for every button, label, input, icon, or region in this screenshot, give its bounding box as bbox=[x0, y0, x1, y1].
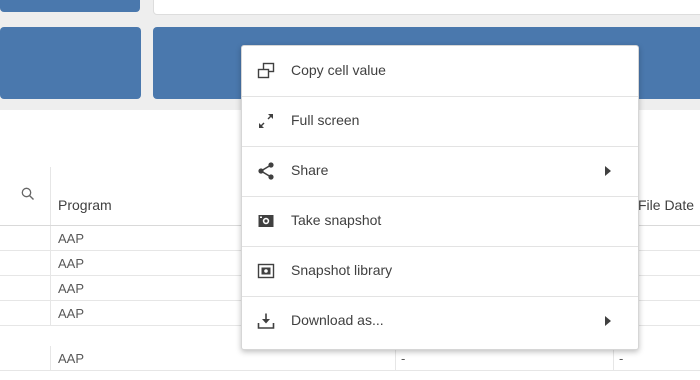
chevron-right-icon bbox=[605, 166, 611, 176]
chevron-right-icon bbox=[605, 316, 611, 326]
menu-item-snapshot-library[interactable]: Snapshot library bbox=[242, 246, 638, 297]
cell-program: AAP bbox=[58, 306, 85, 321]
search-icon[interactable] bbox=[21, 187, 35, 201]
camera-icon bbox=[258, 215, 274, 227]
copy-icon bbox=[257, 62, 275, 79]
expand-icon bbox=[259, 114, 273, 128]
share-icon bbox=[258, 162, 274, 180]
download-icon bbox=[257, 313, 275, 329]
menu-item-share[interactable]: Share bbox=[242, 146, 638, 197]
cell-program: AAP bbox=[58, 281, 85, 296]
cell-program: AAP bbox=[58, 231, 85, 246]
menu-item-label: Full screen bbox=[291, 112, 360, 128]
cell-value: - bbox=[401, 351, 406, 366]
cell-program: AAP bbox=[58, 351, 85, 366]
menu-item-label: Copy cell value bbox=[291, 62, 386, 78]
cell-program: AAP bbox=[58, 256, 85, 271]
dashboard-tile[interactable] bbox=[0, 0, 140, 12]
filter-box[interactable] bbox=[153, 0, 700, 15]
snapshot-library-icon bbox=[257, 263, 275, 279]
cell-file-date: - bbox=[619, 351, 624, 366]
menu-item-copy-cell-value[interactable]: Copy cell value bbox=[242, 46, 638, 97]
menu-item-full-screen[interactable]: Full screen bbox=[242, 96, 638, 147]
menu-item-label: Share bbox=[291, 162, 329, 178]
column-header-file-date[interactable]: File Date bbox=[638, 197, 694, 213]
menu-item-label: Download as... bbox=[291, 312, 384, 328]
dashboard-tile-left[interactable] bbox=[0, 27, 141, 99]
column-header-program[interactable]: Program bbox=[58, 197, 112, 213]
column-separator bbox=[50, 167, 51, 225]
menu-item-take-snapshot[interactable]: Take snapshot bbox=[242, 196, 638, 247]
menu-item-label: Take snapshot bbox=[291, 212, 382, 228]
context-menu: Copy cell value Full screen Share Take s… bbox=[241, 45, 639, 350]
menu-item-label: Snapshot library bbox=[291, 262, 393, 278]
menu-item-download-as[interactable]: Download as... bbox=[242, 296, 638, 346]
